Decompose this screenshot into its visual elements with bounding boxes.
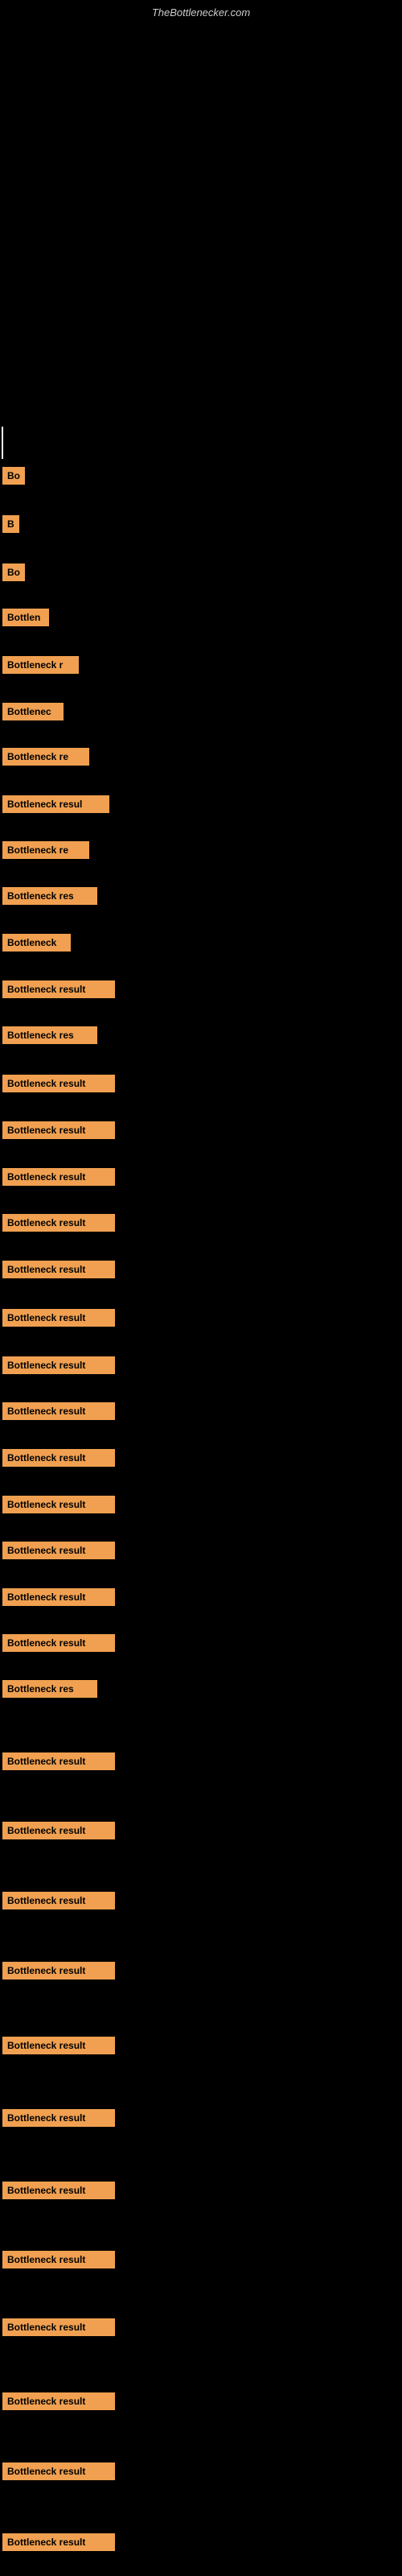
bottleneck-item-5: Bottleneck r: [2, 656, 79, 674]
bottleneck-item-31: Bottleneck result: [2, 1962, 115, 1979]
bottleneck-label-6: Bottlenec: [2, 703, 64, 720]
bottleneck-item-25: Bottleneck result: [2, 1588, 115, 1606]
bottleneck-label-8: Bottleneck resul: [2, 795, 109, 813]
bottleneck-label-18: Bottleneck result: [2, 1261, 115, 1278]
bottleneck-item-39: Bottleneck result: [2, 2533, 115, 2551]
bottleneck-label-14: Bottleneck result: [2, 1075, 115, 1092]
bottleneck-label-28: Bottleneck result: [2, 1752, 115, 1770]
bottleneck-label-11: Bottleneck: [2, 934, 71, 952]
bottleneck-label-24: Bottleneck result: [2, 1542, 115, 1559]
bottleneck-label-25: Bottleneck result: [2, 1588, 115, 1606]
bottleneck-item-10: Bottleneck res: [2, 887, 97, 905]
bottleneck-item-6: Bottlenec: [2, 703, 64, 720]
bottleneck-item-19: Bottleneck result: [2, 1309, 115, 1327]
bottleneck-item-23: Bottleneck result: [2, 1496, 115, 1513]
bottleneck-item-12: Bottleneck result: [2, 980, 115, 998]
bottleneck-item-36: Bottleneck result: [2, 2318, 115, 2336]
bottleneck-item-1: Bo: [2, 467, 25, 485]
bottleneck-label-36: Bottleneck result: [2, 2318, 115, 2336]
bottleneck-item-24: Bottleneck result: [2, 1542, 115, 1559]
bottleneck-item-37: Bottleneck result: [2, 2392, 115, 2410]
bottleneck-item-13: Bottleneck res: [2, 1026, 97, 1044]
bottleneck-item-2: B: [2, 515, 19, 533]
bottleneck-label-29: Bottleneck result: [2, 1822, 115, 1839]
bottleneck-item-8: Bottleneck resul: [2, 795, 109, 813]
bottleneck-label-35: Bottleneck result: [2, 2251, 115, 2268]
bottleneck-label-16: Bottleneck result: [2, 1168, 115, 1186]
bottleneck-item-3: Bo: [2, 564, 25, 581]
bottleneck-item-35: Bottleneck result: [2, 2251, 115, 2268]
bottleneck-label-2: B: [2, 515, 19, 533]
bottleneck-label-4: Bottlen: [2, 609, 49, 626]
bottleneck-label-7: Bottleneck re: [2, 748, 89, 766]
bottleneck-label-1: Bo: [2, 467, 25, 485]
bottleneck-item-22: Bottleneck result: [2, 1449, 115, 1467]
bottleneck-label-12: Bottleneck result: [2, 980, 115, 998]
bottleneck-item-28: Bottleneck result: [2, 1752, 115, 1770]
bottleneck-item-16: Bottleneck result: [2, 1168, 115, 1186]
bottleneck-label-32: Bottleneck result: [2, 2037, 115, 2054]
cursor-line: [2, 427, 3, 459]
bottleneck-label-37: Bottleneck result: [2, 2392, 115, 2410]
bottleneck-label-15: Bottleneck result: [2, 1121, 115, 1139]
bottleneck-item-21: Bottleneck result: [2, 1402, 115, 1420]
bottleneck-label-17: Bottleneck result: [2, 1214, 115, 1232]
bottleneck-label-19: Bottleneck result: [2, 1309, 115, 1327]
bottleneck-item-32: Bottleneck result: [2, 2037, 115, 2054]
bottleneck-label-22: Bottleneck result: [2, 1449, 115, 1467]
bottleneck-label-27: Bottleneck res: [2, 1680, 97, 1698]
bottleneck-item-15: Bottleneck result: [2, 1121, 115, 1139]
bottleneck-item-9: Bottleneck re: [2, 841, 89, 859]
bottleneck-item-27: Bottleneck res: [2, 1680, 97, 1698]
bottleneck-item-11: Bottleneck: [2, 934, 71, 952]
bottleneck-item-30: Bottleneck result: [2, 1892, 115, 1909]
bottleneck-label-38: Bottleneck result: [2, 2462, 115, 2480]
bottleneck-label-9: Bottleneck re: [2, 841, 89, 859]
bottleneck-label-20: Bottleneck result: [2, 1356, 115, 1374]
bottleneck-label-33: Bottleneck result: [2, 2109, 115, 2127]
bottleneck-label-13: Bottleneck res: [2, 1026, 97, 1044]
bottleneck-item-26: Bottleneck result: [2, 1634, 115, 1652]
bottleneck-label-31: Bottleneck result: [2, 1962, 115, 1979]
bottleneck-label-34: Bottleneck result: [2, 2182, 115, 2199]
bottleneck-label-39: Bottleneck result: [2, 2533, 115, 2551]
bottleneck-item-33: Bottleneck result: [2, 2109, 115, 2127]
bottleneck-item-14: Bottleneck result: [2, 1075, 115, 1092]
site-title: TheBottlenecker.com: [0, 0, 402, 25]
bottleneck-item-29: Bottleneck result: [2, 1822, 115, 1839]
bottleneck-item-34: Bottleneck result: [2, 2182, 115, 2199]
bottleneck-label-23: Bottleneck result: [2, 1496, 115, 1513]
bottleneck-item-17: Bottleneck result: [2, 1214, 115, 1232]
bottleneck-label-3: Bo: [2, 564, 25, 581]
bottleneck-item-38: Bottleneck result: [2, 2462, 115, 2480]
bottleneck-label-10: Bottleneck res: [2, 887, 97, 905]
bottleneck-label-5: Bottleneck r: [2, 656, 79, 674]
bottleneck-item-18: Bottleneck result: [2, 1261, 115, 1278]
bottleneck-item-7: Bottleneck re: [2, 748, 89, 766]
bottleneck-label-26: Bottleneck result: [2, 1634, 115, 1652]
bottleneck-label-21: Bottleneck result: [2, 1402, 115, 1420]
bottleneck-item-20: Bottleneck result: [2, 1356, 115, 1374]
bottleneck-label-30: Bottleneck result: [2, 1892, 115, 1909]
bottleneck-item-4: Bottlen: [2, 609, 49, 626]
